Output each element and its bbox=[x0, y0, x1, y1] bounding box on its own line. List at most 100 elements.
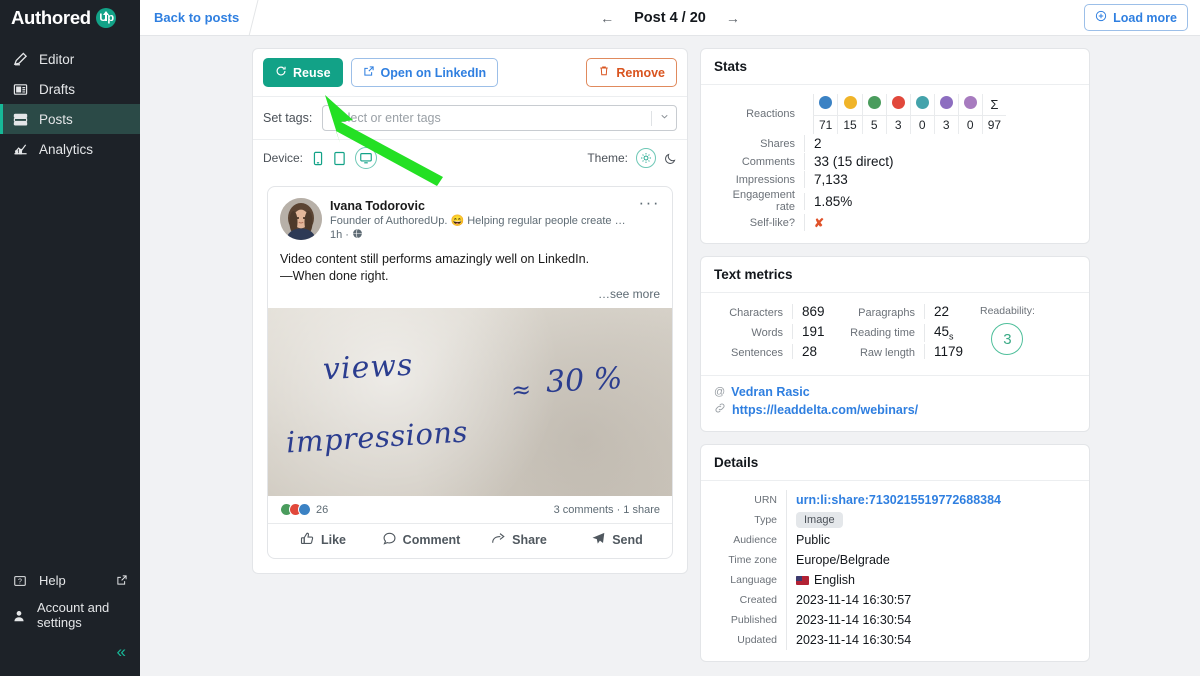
words-value: 191 bbox=[792, 324, 840, 339]
send-plane-icon bbox=[591, 531, 606, 549]
stats-body: Reactions Σ 71 15 5 3 0 3 0 97 Shares 2 … bbox=[701, 85, 1089, 243]
more-dots-icon[interactable]: ··· bbox=[639, 194, 660, 242]
text-metrics-panel: Text metrics Characters 869 Words 191 Se… bbox=[700, 256, 1090, 432]
tags-separator bbox=[651, 110, 652, 126]
comments-shares-count[interactable]: 3 comments · 1 share bbox=[554, 504, 660, 516]
detail-row-updated: Updated 2023-11-14 16:30:54 bbox=[714, 630, 1076, 650]
at-icon: @ bbox=[714, 386, 726, 398]
device-theme-row: Device: Theme: bbox=[253, 140, 687, 176]
reuse-button[interactable]: Reuse bbox=[263, 58, 343, 87]
comment-button[interactable]: Comment bbox=[372, 531, 470, 549]
reactions-table: Σ 71 15 5 3 0 3 0 97 bbox=[813, 94, 1007, 134]
support-reaction-cell bbox=[934, 94, 959, 116]
tablet-icon[interactable] bbox=[333, 151, 346, 166]
reactions-row: Reactions Σ 71 15 5 3 0 3 0 97 bbox=[714, 94, 1076, 134]
chevron-double-left-icon[interactable]: « bbox=[117, 643, 127, 660]
post-body: Video content still performs amazingly w… bbox=[268, 242, 672, 285]
app-root: Authored Up Editor Drafts Posts Analytic… bbox=[0, 0, 1200, 676]
share-button[interactable]: Share bbox=[470, 531, 568, 549]
light-sun-icon[interactable] bbox=[636, 148, 656, 168]
back-to-posts-link[interactable]: Back to posts bbox=[140, 10, 253, 25]
funny-reaction-icon bbox=[915, 96, 929, 109]
remove-label: Remove bbox=[616, 65, 665, 80]
globe-icon bbox=[352, 228, 363, 242]
send-label: Send bbox=[612, 533, 643, 547]
mobile-icon[interactable] bbox=[312, 151, 324, 166]
sidebar-item-help[interactable]: ? Help bbox=[0, 567, 140, 595]
external-url-link[interactable]: https://leaddelta.com/webinars/ bbox=[714, 402, 1076, 417]
page-title: Post 4 / 20 bbox=[634, 9, 706, 26]
trash-icon bbox=[598, 65, 610, 80]
stats-panel: Stats Reactions Σ 71 15 5 3 0 3 0 97 Sha… bbox=[700, 48, 1090, 244]
load-more-button[interactable]: Load more bbox=[1084, 4, 1188, 31]
sidebar-collapse[interactable]: « bbox=[0, 637, 140, 670]
celebrate-reaction-icon bbox=[867, 96, 881, 109]
us-flag-icon bbox=[796, 575, 809, 585]
impressions-label: Impressions bbox=[735, 173, 795, 186]
curious-reaction-value: 0 bbox=[958, 115, 983, 134]
handwritten-note-background bbox=[268, 308, 672, 496]
external-link-icon bbox=[116, 574, 128, 589]
text-metrics-body: Characters 869 Words 191 Sentences 28 Pa… bbox=[701, 293, 1089, 375]
chevron-down-icon[interactable] bbox=[659, 111, 670, 125]
reading-time-unit: s bbox=[949, 331, 954, 342]
mention-link[interactable]: @ Vedran Rasic bbox=[714, 385, 1076, 399]
urn-label: URN bbox=[754, 494, 777, 506]
love-reaction-icon bbox=[891, 96, 905, 109]
dark-moon-icon[interactable] bbox=[664, 152, 677, 165]
reading-time-value: 45 bbox=[934, 324, 950, 339]
post-body-line-1: Video content still performs amazingly w… bbox=[280, 252, 590, 266]
self-like-label: Self-like? bbox=[749, 216, 795, 229]
reactions-icon-row: Σ bbox=[813, 94, 1007, 116]
impressions-value: 7,133 bbox=[804, 171, 1076, 188]
logo-text: Authored bbox=[11, 7, 91, 28]
raw-length-value: 1179 bbox=[924, 344, 968, 359]
reaction-count[interactable]: 26 bbox=[316, 504, 328, 516]
engagement-rate-row: Engagement rate 1.85% bbox=[714, 189, 1076, 213]
user-icon bbox=[12, 608, 26, 624]
logo-up-badge: Up bbox=[95, 8, 116, 28]
send-button[interactable]: Send bbox=[568, 531, 666, 549]
sidebar-item-analytics[interactable]: Analytics bbox=[0, 134, 140, 164]
characters-value: 869 bbox=[792, 304, 840, 319]
drafts-icon bbox=[12, 81, 28, 97]
total-reactions-value: 97 bbox=[987, 118, 1002, 132]
sidebar-item-label: Account and settings bbox=[37, 600, 110, 631]
sentences-label: Sentences bbox=[731, 347, 783, 359]
urn-value[interactable]: urn:li:share:7130215519772688384 bbox=[786, 490, 1076, 510]
remove-button[interactable]: Remove bbox=[586, 58, 677, 87]
sidebar-nav: Editor Drafts Posts Analytics bbox=[0, 44, 140, 164]
love-reaction-value: 3 bbox=[886, 115, 911, 134]
detail-row-created: Created 2023-11-14 16:30:57 bbox=[714, 590, 1076, 610]
see-more-link[interactable]: …see more bbox=[268, 285, 672, 308]
paragraphs-row: Paragraphs 22 bbox=[840, 304, 968, 324]
tags-input[interactable]: Select or enter tags bbox=[322, 105, 677, 131]
funny-reaction-value: 0 bbox=[910, 115, 935, 134]
like-reaction-icon bbox=[298, 503, 311, 516]
reaction-avatars bbox=[280, 503, 311, 516]
sidebar-item-drafts[interactable]: Drafts bbox=[0, 74, 140, 104]
like-reaction-value: 71 bbox=[813, 115, 839, 134]
thumbs-up-icon bbox=[300, 531, 315, 549]
sidebar-item-posts[interactable]: Posts bbox=[0, 104, 140, 134]
impressions-row: Impressions 7,133 bbox=[714, 171, 1076, 188]
details-title: Details bbox=[701, 445, 1089, 481]
desktop-icon[interactable] bbox=[355, 147, 378, 169]
open-on-linkedin-button[interactable]: Open on LinkedIn bbox=[350, 58, 499, 87]
language-label: Language bbox=[730, 574, 777, 586]
updated-label: Updated bbox=[737, 634, 777, 646]
sidebar-item-account-settings[interactable]: Account and settings bbox=[0, 595, 140, 637]
raw-length-label: Raw length bbox=[859, 347, 915, 359]
like-button[interactable]: Like bbox=[274, 531, 372, 549]
next-post-button[interactable]: → bbox=[726, 11, 740, 25]
sidebar-item-editor[interactable]: Editor bbox=[0, 44, 140, 74]
comment-label: Comment bbox=[402, 533, 461, 547]
type-badge: Image bbox=[796, 512, 843, 528]
detail-row-urn: URN urn:li:share:7130215519772688384 bbox=[714, 490, 1076, 510]
prev-post-button[interactable]: ← bbox=[600, 11, 614, 25]
comment-bubble-icon bbox=[382, 531, 397, 549]
pencil-icon bbox=[12, 51, 28, 67]
app-logo[interactable]: Authored Up bbox=[0, 0, 140, 36]
timezone-value: Europe/Belgrade bbox=[786, 550, 1076, 570]
link-icon bbox=[714, 402, 726, 417]
